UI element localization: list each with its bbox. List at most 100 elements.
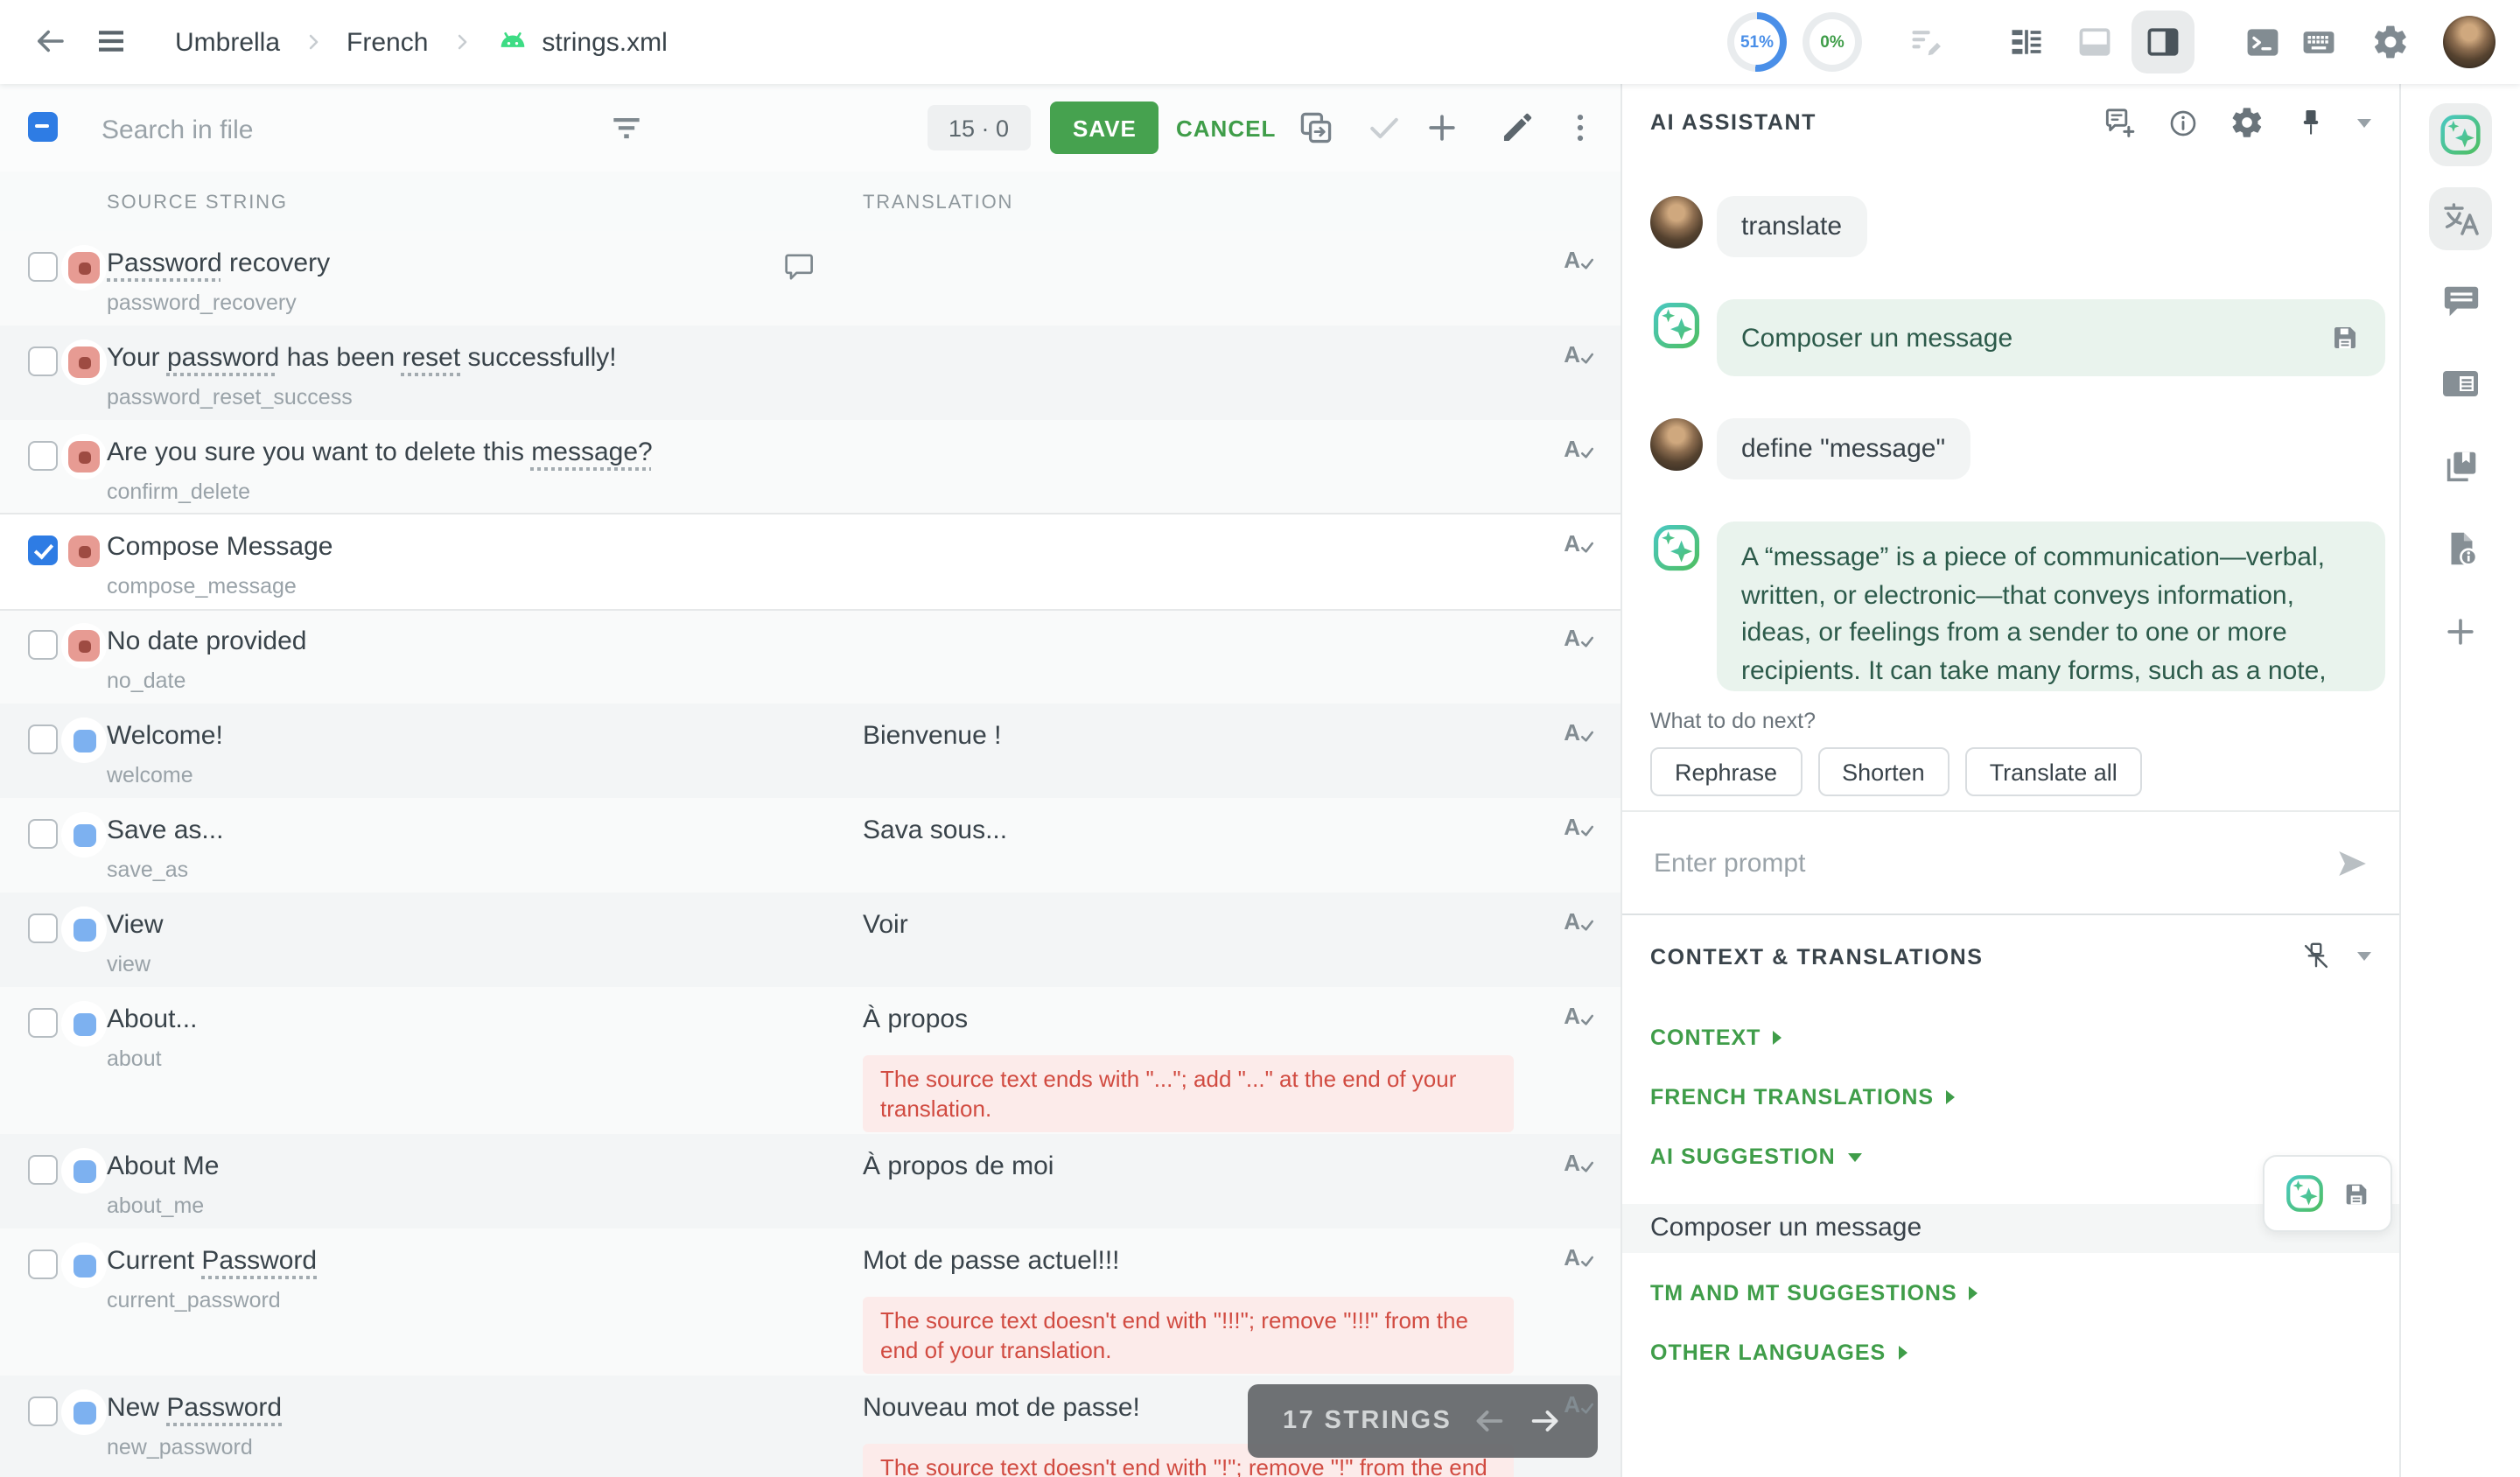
assistant-settings-gear-icon[interactable] <box>2230 105 2264 140</box>
ai-suggestion-item[interactable]: Composer un message <box>1622 1204 2399 1253</box>
approval-progress-ring[interactable]: 0% <box>1802 12 1862 72</box>
more-options-icon[interactable] <box>1561 108 1600 147</box>
context-section-label: OTHER LANGUAGES <box>1650 1340 1886 1365</box>
row-checkbox[interactable] <box>28 1250 58 1279</box>
chat-message-user: define "message" <box>1650 418 2385 480</box>
add-string-icon[interactable] <box>1423 108 1461 147</box>
quick-action-button[interactable]: Rephrase <box>1650 747 1802 796</box>
row-checkbox[interactable] <box>28 1155 58 1185</box>
translate-tab[interactable] <box>2429 187 2492 250</box>
proofread-icon[interactable] <box>1564 530 1596 556</box>
proofread-icon[interactable] <box>1564 625 1596 651</box>
save-suggestion-icon[interactable] <box>2329 322 2361 354</box>
translation-cell[interactable]: Mot de passe actuel!!! The source text d… <box>863 1244 1514 1374</box>
table-row[interactable]: Compose Message compose_message <box>0 514 1620 609</box>
quick-action-button[interactable]: Translate all <box>1965 747 2142 796</box>
file-context-tab[interactable] <box>2429 516 2492 579</box>
translation-progress-ring[interactable]: 51% <box>1727 12 1787 72</box>
context-section-link[interactable]: TM AND MT SUGGESTIONS <box>1650 1281 2371 1306</box>
pin-icon[interactable] <box>2294 106 2328 139</box>
edit-pencil-icon[interactable] <box>1498 108 1536 147</box>
ai-assistant-icon[interactable] <box>2284 1172 2326 1214</box>
table-row[interactable]: About... about À propos The source text … <box>0 987 1620 1134</box>
proofread-icon[interactable] <box>1564 1244 1596 1270</box>
info-icon[interactable] <box>2166 106 2200 139</box>
send-prompt-icon[interactable] <box>2334 844 2371 881</box>
add-panel-tab[interactable] <box>2429 600 2492 663</box>
ai-assistant-tab[interactable] <box>2429 103 2492 166</box>
collapse-caret-icon[interactable] <box>2357 952 2371 961</box>
row-checkbox[interactable] <box>28 630 58 660</box>
table-row[interactable]: Welcome! welcome Bienvenue ! <box>0 704 1620 798</box>
row-checkbox[interactable] <box>28 819 58 849</box>
console-icon[interactable] <box>2244 23 2282 61</box>
select-all-checkbox[interactable] <box>28 112 58 142</box>
next-page-icon[interactable] <box>1528 1404 1563 1438</box>
collapse-caret-icon[interactable] <box>2357 118 2371 127</box>
bottom-panel-view-icon[interactable] <box>2076 23 2114 61</box>
proofread-icon[interactable] <box>1564 1150 1596 1176</box>
add-comment-icon[interactable] <box>2102 105 2137 140</box>
prompt-input[interactable] <box>1650 846 2334 879</box>
string-info-tab[interactable] <box>2429 352 2492 415</box>
context-section-link[interactable]: CONTEXT <box>1650 1026 2371 1050</box>
table-row[interactable]: View view Voir <box>0 892 1620 987</box>
proofread-icon[interactable] <box>1564 1003 1596 1029</box>
proofread-icon[interactable] <box>1564 719 1596 746</box>
proofread-icon[interactable] <box>1564 814 1596 840</box>
proofread-icon[interactable] <box>1564 247 1596 273</box>
table-row[interactable]: Save as... save_as Sava sous... <box>0 798 1620 892</box>
row-checkbox[interactable] <box>28 346 58 376</box>
proofread-icon[interactable] <box>1564 436 1596 462</box>
translation-cell[interactable]: Sava sous... <box>863 814 1514 847</box>
table-row[interactable]: Are you sure you want to delete this mes… <box>0 420 1620 514</box>
side-by-side-view-icon[interactable] <box>2007 23 2046 61</box>
comment-icon[interactable] <box>782 250 817 285</box>
back-icon[interactable] <box>32 23 68 60</box>
translation-cell[interactable]: À propos The source text ends with "..."… <box>863 1003 1514 1132</box>
translation-text: Bienvenue ! <box>863 719 1514 752</box>
table-row[interactable]: Password recovery password_recovery <box>0 231 1620 326</box>
translation-cell[interactable]: Bienvenue ! <box>863 719 1514 752</box>
row-checkbox[interactable] <box>28 914 58 943</box>
right-panel-view-button[interactable] <box>2132 10 2194 74</box>
menu-icon[interactable] <box>93 23 130 60</box>
table-row[interactable]: No date provided no_date <box>0 609 1620 704</box>
breadcrumb-project[interactable]: Umbrella <box>175 27 280 57</box>
previous-page-icon[interactable] <box>1473 1404 1508 1438</box>
table-row[interactable]: Current Password current_password Mot de… <box>0 1228 1620 1376</box>
quick-action-button[interactable]: Shorten <box>1817 747 1950 796</box>
translation-cell[interactable]: À propos de moi <box>863 1150 1514 1183</box>
cancel-button[interactable]: CANCEL <box>1169 102 1283 154</box>
draft-edit-icon[interactable] <box>1908 23 1946 61</box>
save-suggestion-icon[interactable] <box>2342 1179 2371 1208</box>
glossary-tab[interactable] <box>2429 434 2492 497</box>
save-button[interactable]: SAVE <box>1050 102 1159 154</box>
user-avatar[interactable] <box>2443 16 2496 68</box>
search-input[interactable] <box>98 102 560 158</box>
breadcrumb-file[interactable]: strings.xml <box>494 24 667 60</box>
table-row[interactable]: About Me about_me À propos de moi <box>0 1134 1620 1228</box>
row-checkbox[interactable] <box>28 724 58 754</box>
filter-icon[interactable] <box>607 108 646 147</box>
context-section-link[interactable]: FRENCH TRANSLATIONS <box>1650 1085 2371 1110</box>
table-row[interactable]: Your password has been reset successfull… <box>0 326 1620 420</box>
context-section-link[interactable]: OTHER LANGUAGES <box>1650 1340 2371 1365</box>
row-checkbox[interactable] <box>28 1396 58 1426</box>
translation-cell[interactable]: Voir <box>863 908 1514 942</box>
proofread-icon[interactable] <box>1564 1391 1596 1418</box>
row-checkbox[interactable] <box>28 252 58 282</box>
copy-source-icon[interactable] <box>1297 108 1335 147</box>
approve-check-icon[interactable] <box>1365 108 1404 147</box>
row-checkbox[interactable] <box>28 536 58 565</box>
ai-assistant-icon <box>1650 299 1703 352</box>
proofread-icon[interactable] <box>1564 341 1596 368</box>
unpin-icon[interactable] <box>2300 940 2333 973</box>
breadcrumb-language[interactable]: French <box>346 27 428 57</box>
row-checkbox[interactable] <box>28 441 58 471</box>
row-checkbox[interactable] <box>28 1008 58 1038</box>
comments-tab[interactable] <box>2429 270 2492 332</box>
keyboard-shortcuts-icon[interactable] <box>2300 23 2338 61</box>
settings-gear-icon[interactable] <box>2371 23 2410 61</box>
proofread-icon[interactable] <box>1564 908 1596 934</box>
